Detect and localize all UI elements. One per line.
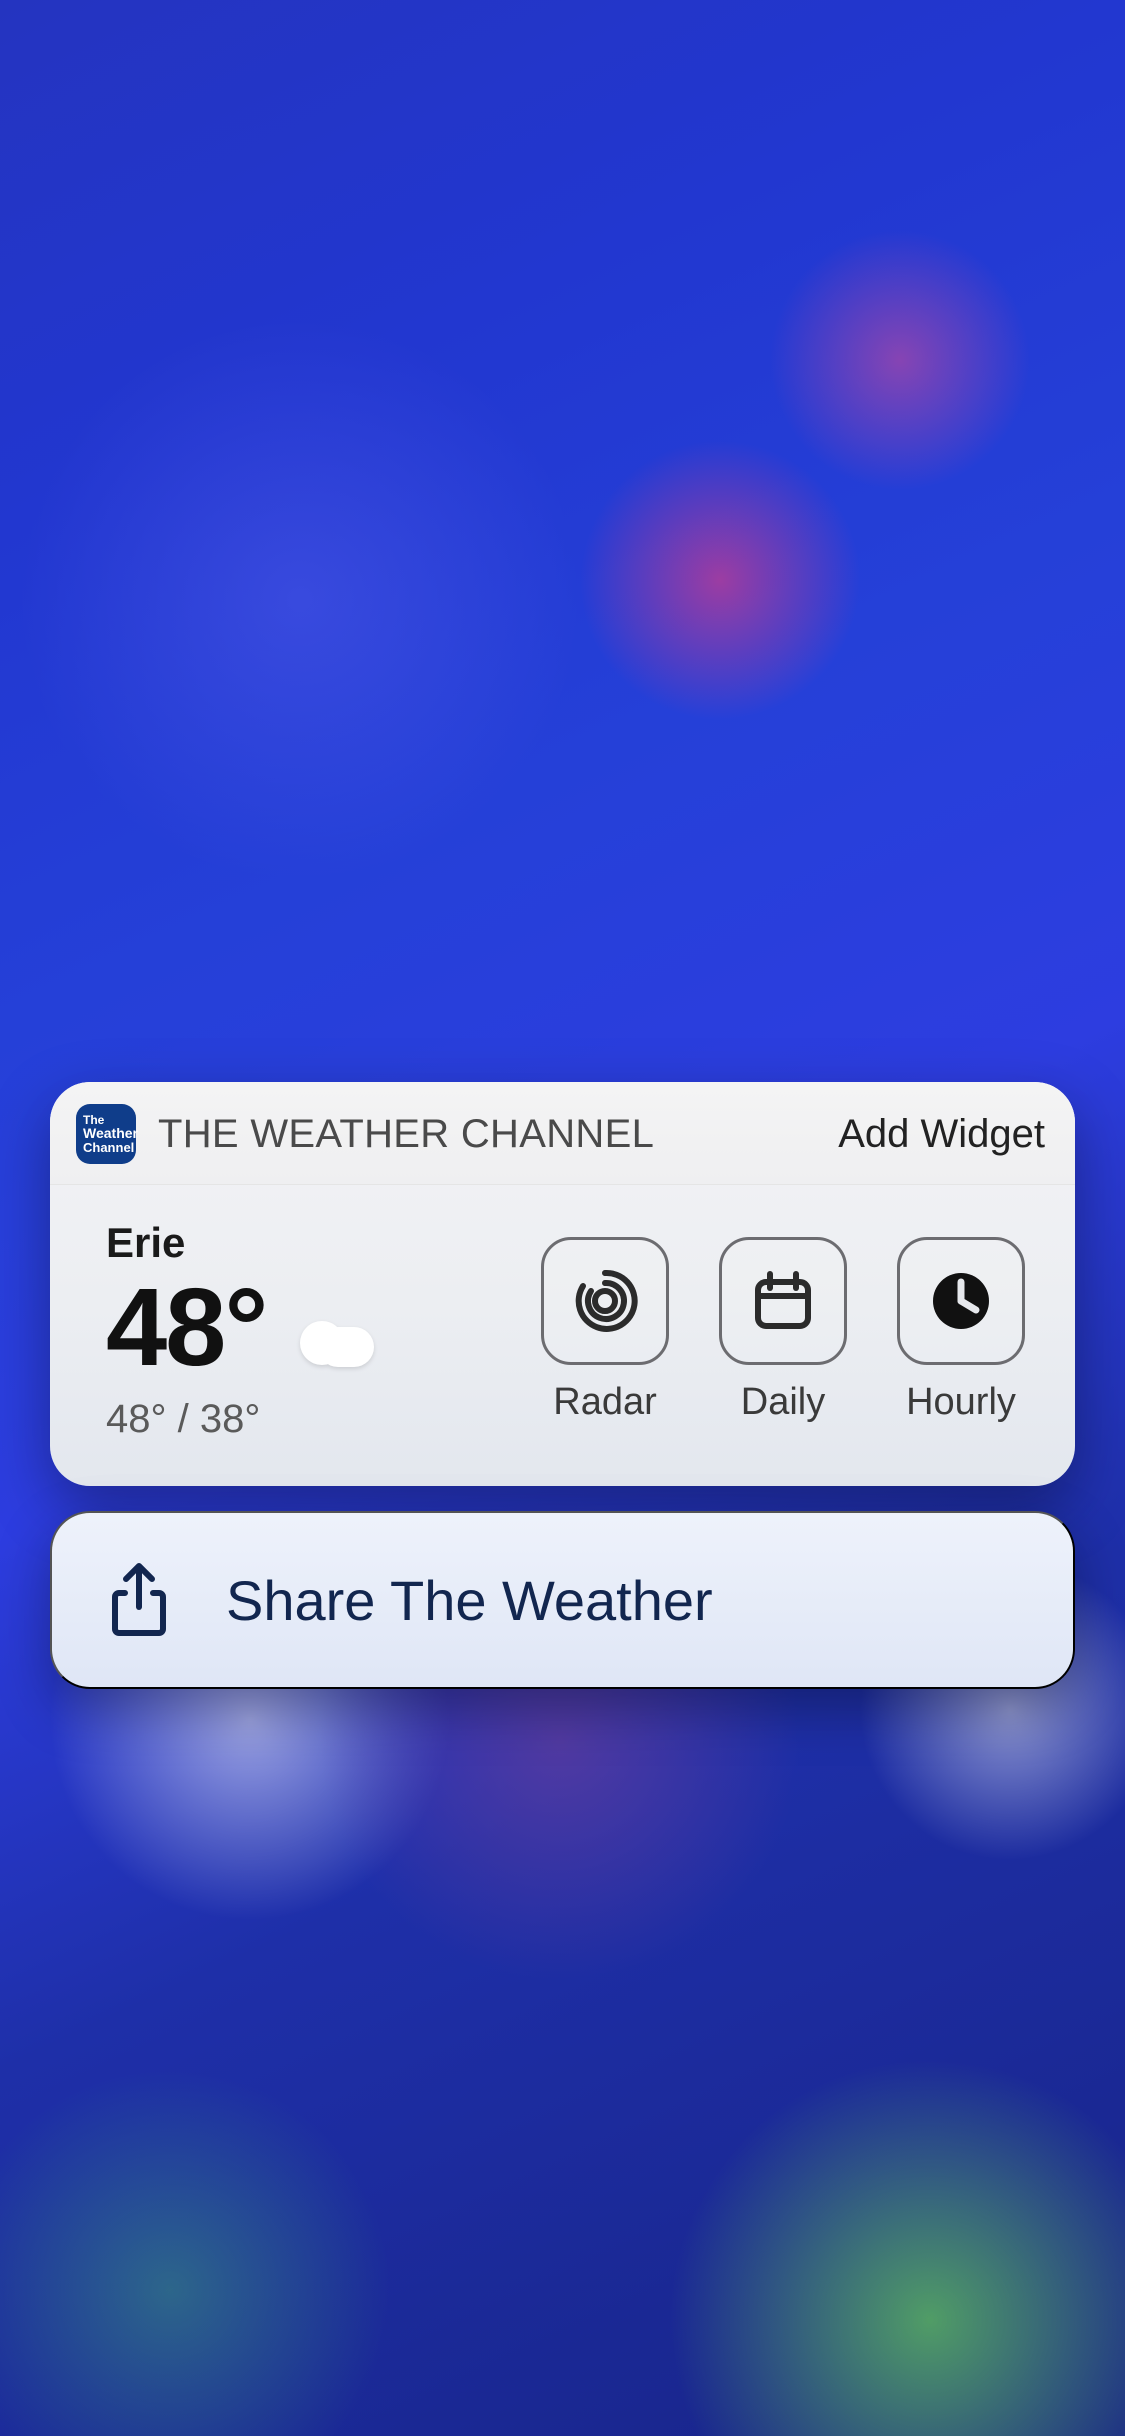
clock-icon: [928, 1268, 994, 1334]
high-low-temperature: 48° / 38°: [106, 1397, 374, 1442]
calendar-icon: [750, 1268, 816, 1334]
add-widget-button[interactable]: Add Widget: [838, 1112, 1045, 1157]
current-temperature: 48°: [106, 1273, 266, 1383]
current-conditions: Erie 48° 48° / 38°: [106, 1219, 374, 1442]
weather-channel-app-icon: The Weather Channel: [76, 1104, 136, 1164]
weather-widget[interactable]: The Weather Channel THE WEATHER CHANNEL …: [50, 1082, 1075, 1486]
app-icon-line-3: Channel: [83, 1141, 130, 1155]
widget-body: Erie 48° 48° / 38°: [50, 1185, 1075, 1486]
cloud-icon: [294, 1319, 374, 1367]
widget-app-title: THE WEATHER CHANNEL: [158, 1112, 654, 1157]
hourly-button[interactable]: [897, 1237, 1025, 1365]
daily-button[interactable]: [719, 1237, 847, 1365]
quick-actions: Radar Daily: [531, 1237, 1035, 1424]
tile-daily[interactable]: Daily: [709, 1237, 857, 1424]
radar-button[interactable]: [541, 1237, 669, 1365]
tile-radar-label: Radar: [553, 1381, 657, 1424]
temp-row: 48°: [106, 1273, 374, 1383]
share-the-weather-button[interactable]: Share The Weather: [50, 1511, 1075, 1689]
tile-hourly[interactable]: Hourly: [887, 1237, 1035, 1424]
tile-radar[interactable]: Radar: [531, 1237, 679, 1424]
widget-header: The Weather Channel THE WEATHER CHANNEL …: [50, 1082, 1075, 1185]
tile-daily-label: Daily: [741, 1381, 825, 1424]
share-icon: [108, 1561, 170, 1639]
share-label: Share The Weather: [226, 1568, 713, 1633]
radar-icon: [570, 1266, 640, 1336]
location-label: Erie: [106, 1219, 374, 1267]
tile-hourly-label: Hourly: [906, 1381, 1016, 1424]
app-icon-line-2: Weather: [83, 1126, 130, 1141]
